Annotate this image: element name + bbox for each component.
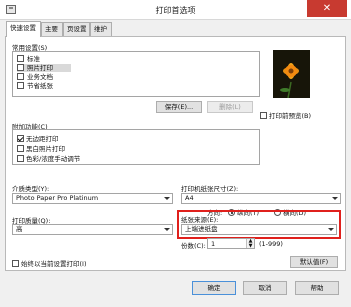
quick-setup-panel: 常用设置(S) 标准 照片打印 业务文档 节省纸张 保存(E)... 删除(L)… <box>5 36 346 271</box>
media-type-select[interactable]: Photo Paper Pro Platinum <box>12 193 173 204</box>
grayscale-photo-checkbox[interactable]: 黑白照片打印 <box>17 143 65 153</box>
photo-icon <box>17 64 24 71</box>
checkbox-box <box>17 155 24 162</box>
always-print-current-checkbox[interactable]: 始终以当前设置打印(I) <box>12 258 87 268</box>
tab-quick-setup[interactable]: 快速设置 <box>6 21 41 37</box>
paper-size-label: 打印机纸张尺寸(Z): <box>181 185 239 193</box>
checkbox-box <box>260 112 267 119</box>
tab-maintenance[interactable]: 维护 <box>90 22 112 36</box>
common-settings-list[interactable]: 标准 照片打印 业务文档 节省纸张 <box>12 51 260 97</box>
paper-saving-icon <box>17 82 24 89</box>
help-button[interactable]: 帮助 <box>295 281 339 295</box>
paper-source-label: 纸张来源(E): <box>181 216 219 224</box>
print-quality-select[interactable]: 高 <box>12 224 173 235</box>
preview-image <box>273 50 310 98</box>
ok-button[interactable]: 确定 <box>192 281 236 295</box>
list-item[interactable]: 节省纸张 <box>17 82 53 90</box>
tab-page-setup[interactable]: 页设置 <box>63 22 90 36</box>
copies-label: 份数(C): <box>181 242 206 250</box>
window-title: 打印首选项 <box>155 6 196 15</box>
chevron-down-icon <box>164 228 170 231</box>
checkbox-box <box>12 260 19 267</box>
defaults-button[interactable]: 默认值(F) <box>290 256 338 268</box>
checkbox-box <box>17 135 24 142</box>
chevron-down-icon <box>328 228 334 231</box>
paper-source-select[interactable]: 上端进纸盘 <box>181 224 337 235</box>
chevron-down-icon <box>332 197 338 200</box>
additional-features-list: 无边距打印 黑白照片打印 色彩/浓度手动调节 <box>12 129 260 165</box>
document-icon <box>17 55 24 62</box>
delete-button[interactable]: 删除(L) <box>207 101 253 113</box>
list-item[interactable]: 照片打印 <box>17 64 71 72</box>
cancel-button[interactable]: 取消 <box>243 281 287 295</box>
manual-color-adjust-checkbox[interactable]: 色彩/浓度手动调节 <box>17 153 80 163</box>
copies-range: (1-999) <box>259 240 283 248</box>
paper-size-select[interactable]: A4 <box>181 193 341 204</box>
save-button[interactable]: 保存(E)... <box>156 101 202 113</box>
copies-value: 1 <box>211 240 216 248</box>
checkbox-box <box>17 145 24 152</box>
spin-arrows-icon[interactable]: ▲ ▼ <box>246 239 254 248</box>
borderless-printing-checkbox[interactable]: 无边距打印 <box>17 133 59 143</box>
chevron-down-icon <box>164 197 170 200</box>
media-type-label: 介质类型(Y): <box>12 185 50 193</box>
tab-main[interactable]: 主要 <box>41 22 63 36</box>
copies-stepper[interactable]: 1 ▲ ▼ <box>207 238 255 249</box>
close-button[interactable]: ✕ <box>307 0 347 17</box>
preview-before-print-checkbox[interactable]: 打印前预览(B) <box>260 110 311 120</box>
list-item[interactable]: 业务文档 <box>17 73 53 81</box>
business-document-icon <box>17 73 24 80</box>
list-item[interactable]: 标准 <box>17 55 40 63</box>
